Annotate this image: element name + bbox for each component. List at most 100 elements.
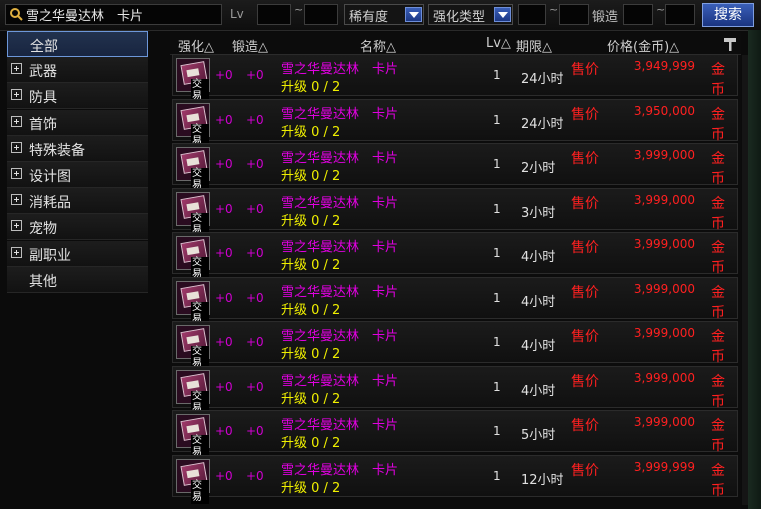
category-other[interactable]: 其他 [7,266,148,293]
item-name: 雪之华曼达林 卡片 [281,151,399,166]
col-forge[interactable]: 锻造△ [232,36,268,55]
upgrade-status: 升级 0 / 2 [281,436,341,451]
chevron-down-icon[interactable] [494,7,511,22]
upgrade-status: 升级 0 / 2 [281,258,341,273]
col-price[interactable]: 价格(金币)△ [607,36,679,55]
table-row[interactable]: 交易 +0 +0 雪之华曼达林 卡片 升级 0 / 2 1 4小时 售价 3,999,000 金币 [172,232,738,281]
table-row[interactable]: 交易 +0 +0 雪之华曼达林 卡片 升级 0 / 2 1 2小时 售价 3,999,000 金币 [172,143,738,192]
forge-value: +0 [246,424,264,438]
period-value: 24小时 [521,72,564,87]
table-row[interactable]: 交易 +0 +0 雪之华曼达林 卡片 升级 0 / 2 1 4小时 售价 3,999,000 金币 [172,276,738,326]
enhance-value: +0 [215,379,233,394]
chevron-down-icon[interactable] [405,7,422,22]
level-value: 1 [493,68,501,82]
col-lv[interactable]: Lv△ [486,36,511,51]
table-row[interactable]: 交易 +0 +0 雪之华曼达林 卡片 升级 0 / 2 1 4小时 售价 3,999,000 金币 [172,365,738,415]
price-value: 3,950,000 [633,103,695,118]
enhance-max-input[interactable] [559,4,589,25]
card-item-icon[interactable]: 交易 [176,191,210,237]
period-value: 12小时 [521,472,564,488]
period-value: 4小时 [521,250,556,265]
category-all[interactable]: 全部 [7,31,148,57]
forge-value: +0 [246,112,264,127]
table-row[interactable]: 交易 +0 +0 雪之华曼达林 卡片 升级 0 / 2 1 12小时 售价 3,999,999 金… [172,454,738,504]
card-item-icon[interactable]: 交易 [176,369,210,415]
enhance-type-dropdown[interactable]: 强化类型 [428,4,513,25]
category-special-equipment[interactable]: 特殊装备 [7,135,148,162]
sell-label: 售价 [571,106,599,123]
forge-max-input[interactable] [665,4,695,25]
period-value: 4小时 [521,339,556,354]
expand-icon[interactable] [11,220,22,232]
card-item-icon[interactable]: 交易 [176,280,210,326]
price-value: 3,999,000 [633,237,695,251]
rarity-dropdown[interactable]: 稀有度 [344,4,424,25]
category-consumable[interactable]: 消耗品 [7,188,148,215]
col-enhance[interactable]: 强化△ [178,36,214,55]
table-row[interactable]: 交易 +0 +0 雪之华曼达林 卡片 升级 0 / 2 1 4小时 售价 3,999,000 金币 [172,321,738,370]
category-armor[interactable]: 防具 [7,83,148,110]
expand-icon[interactable] [11,89,22,101]
card-item-icon[interactable]: 交易 [176,458,210,504]
card-item-icon[interactable]: 交易 [176,414,210,459]
table-header: 强化△ 锻造△ 名称△ Lv△ 期限△ 价格(金币)△ [170,34,741,55]
search-field[interactable] [5,4,222,25]
forge-value: +0 [246,290,264,305]
expand-icon[interactable] [11,63,22,75]
expand-icon[interactable] [11,115,22,127]
forge-min-input[interactable] [623,4,653,25]
category-label: 消耗品 [29,195,71,212]
level-value: 1 [493,201,501,216]
category-label: 全部 [30,39,58,55]
col-name[interactable]: 名称△ [360,36,396,55]
level-value: 1 [493,246,501,260]
category-label: 特殊装备 [29,142,85,159]
table-row[interactable]: 交易 +0 +0 雪之华曼达林 卡片 升级 0 / 2 1 5小时 售价 3,999,000 金币 [172,410,738,459]
search-input[interactable] [26,6,216,23]
item-name: 雪之华曼达林 卡片 [281,329,399,344]
category-blueprint[interactable]: 设计图 [7,161,148,188]
level-value: 1 [493,157,501,171]
enhance-min-input[interactable] [518,4,546,25]
upgrade-status: 升级 0 / 2 [281,302,341,318]
category-label: 其他 [29,273,57,290]
expand-icon[interactable] [11,141,22,153]
period-value: 4小时 [521,383,556,399]
item-name: 雪之华曼达林 卡片 [281,418,399,433]
item-name: 雪之华曼达林 卡片 [281,462,399,478]
card-item-icon[interactable]: 交易 [176,147,210,192]
category-pet[interactable]: 宠物 [7,214,148,241]
currency-label: 金币 [711,62,725,98]
card-item-icon[interactable]: 交易 [176,325,210,370]
card-item-icon[interactable]: 交易 [176,236,210,281]
lv-min-input[interactable] [257,4,291,25]
forge-value: +0 [246,468,264,483]
forge-tilde: ~ [656,3,666,16]
category-weapon[interactable]: 武器 [7,57,148,84]
lv-tilde: ~ [294,3,304,16]
expand-icon[interactable] [11,167,22,179]
sell-label: 售价 [571,462,599,479]
lv-max-input[interactable] [304,4,338,25]
category-accessory[interactable]: 首饰 [7,109,148,136]
table-row[interactable]: 交易 +0 +0 雪之华曼达林 卡片 升级 0 / 2 1 24小时 售价 3,949,999 金… [172,54,738,103]
card-item-icon[interactable]: 交易 [176,58,210,103]
trade-tag: 交易 [191,479,209,504]
period-value: 5小时 [521,428,556,443]
table-row[interactable]: 交易 +0 +0 雪之华曼达林 卡片 升级 0 / 2 1 24小时 售价 3,950,000 金… [172,98,738,148]
level-value: 1 [493,379,501,394]
item-name: 雪之华曼达林 卡片 [281,240,399,255]
table-row[interactable]: 交易 +0 +0 雪之华曼达林 卡片 升级 0 / 2 1 3小时 售价 3,999,000 金币 [172,187,738,237]
expand-icon[interactable] [11,246,22,258]
forge-value: +0 [246,335,264,349]
category-subjob[interactable]: 副职业 [7,240,148,267]
item-name: 雪之华曼达林 卡片 [281,106,399,122]
category-label: 设计图 [29,168,71,185]
upgrade-status: 升级 0 / 2 [281,80,341,95]
col-period[interactable]: 期限△ [516,36,552,55]
card-item-icon[interactable]: 交易 [176,102,210,148]
upgrade-status: 升级 0 / 2 [281,391,341,407]
expand-icon[interactable] [11,194,22,206]
enhance-value: +0 [215,201,233,216]
search-button[interactable]: 搜索 [702,3,754,27]
